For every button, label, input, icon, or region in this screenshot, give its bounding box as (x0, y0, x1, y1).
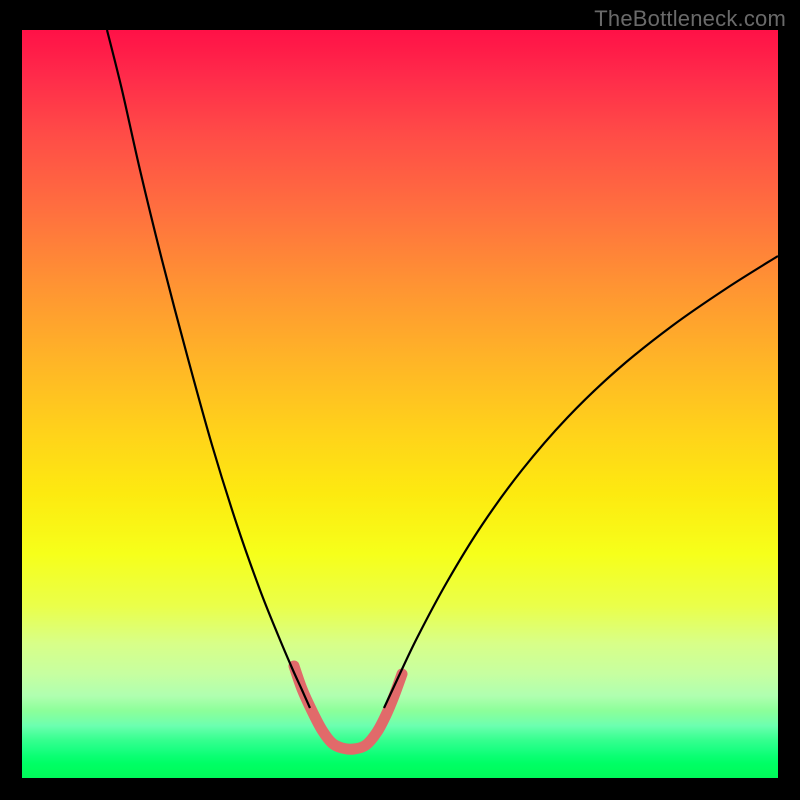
left-curve (107, 30, 310, 708)
curve-overlay (22, 30, 778, 778)
watermark-text: TheBottleneck.com (594, 6, 786, 32)
chart-frame: TheBottleneck.com (0, 0, 800, 800)
plot-area (22, 30, 778, 778)
right-curve (384, 256, 778, 708)
